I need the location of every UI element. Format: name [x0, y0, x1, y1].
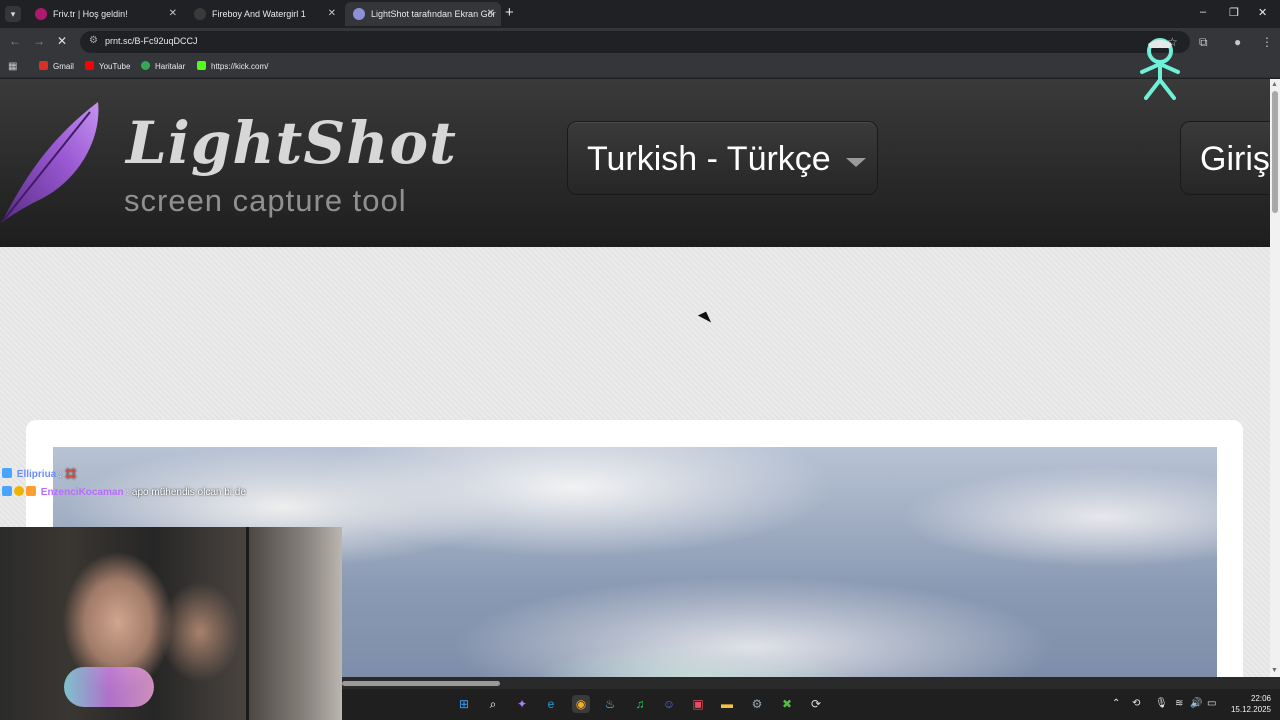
login-button[interactable]: Giriş: [1180, 121, 1270, 195]
language-select-value: Turkish - Türkçe: [587, 140, 831, 178]
fireboy-favicon-icon: [194, 8, 206, 20]
mascot-logo-icon: [1140, 38, 1180, 100]
bookmark-gmail[interactable]: Gmail: [39, 61, 74, 71]
chat-text: : 💢: [56, 469, 78, 480]
webcam-divider: [246, 527, 249, 720]
apps-grid-icon[interactable]: ▦: [8, 61, 17, 72]
login-button-label: Giriş: [1200, 140, 1270, 178]
chat-message: Ellipriua : 💢: [2, 468, 246, 486]
site-header: LightShot screen capture tool Turkish - …: [0, 79, 1270, 247]
vertical-scrollbar[interactable]: ▲ ▼: [1270, 79, 1280, 677]
windows-start-icon[interactable]: ⊞: [455, 695, 473, 713]
tab-title: LightShot tarafından Ekran Gör: [371, 9, 496, 19]
bookmark-label: Haritalar: [155, 62, 186, 71]
spotify-icon[interactable]: ♫: [631, 695, 649, 713]
site-info-icon[interactable]: ⚙: [89, 35, 98, 46]
chat-badge-icon: [2, 486, 12, 496]
bookmark-label: https://kick.com/: [211, 62, 269, 71]
tab-title: Fireboy And Watergirl 1: [212, 9, 306, 19]
bookmark-label: Gmail: [53, 62, 74, 71]
close-window-button[interactable]: ✕: [1258, 6, 1267, 19]
discord-icon[interactable]: ☺: [660, 695, 678, 713]
feather-logo-icon[interactable]: [0, 97, 105, 227]
new-tab-button[interactable]: +: [505, 4, 514, 21]
youtube-icon: [85, 61, 94, 70]
search-icon[interactable]: ⌕: [484, 695, 502, 713]
bookmark-label: YouTube: [99, 62, 131, 71]
gmail-icon: [39, 61, 48, 70]
xbox-icon[interactable]: ✖: [778, 695, 796, 713]
address-url[interactable]: prnt.sc/B-Fc92uqDCCJ: [105, 36, 198, 46]
kick-icon: [197, 61, 206, 70]
app-icon[interactable]: ⟳: [807, 695, 825, 713]
chevron-down-icon: [846, 158, 866, 167]
tab-fireboy[interactable]: Fireboy And Watergirl 1 ✕: [186, 2, 342, 26]
scroll-down-icon[interactable]: ▼: [1271, 667, 1278, 674]
file-explorer-icon[interactable]: ▬: [718, 695, 736, 713]
extensions-icon[interactable]: ⧉: [1199, 35, 1208, 50]
photos-icon[interactable]: ▣: [689, 695, 707, 713]
minimize-button[interactable]: –: [1200, 6, 1206, 18]
chat-username: EnzenciKocaman: [40, 487, 124, 498]
chat-username: Ellipriua: [16, 469, 57, 480]
close-tab-icon[interactable]: ✕: [328, 2, 336, 26]
scroll-thumb[interactable]: [1272, 91, 1278, 213]
microphone-icon: [64, 667, 154, 707]
taskbar-clock[interactable]: 22:06 15.12.2025: [1225, 693, 1271, 715]
profile-avatar-icon[interactable]: ●: [1234, 35, 1241, 49]
back-icon[interactable]: ←: [9, 34, 21, 48]
tab-strip: ▾ Friv.tr | Hoş geldin! ✕ Fireboy And Wa…: [0, 0, 1280, 28]
microphone-tray-icon[interactable]: 🎙: [1155, 698, 1168, 709]
close-tab-icon[interactable]: ✕: [487, 2, 495, 26]
tab-search-icon[interactable]: ▾: [5, 6, 21, 22]
chat-message: EnzenciKocaman : apo mühendis olcan bi d…: [2, 486, 246, 504]
tab-title: Friv.tr | Hoş geldin!: [53, 9, 128, 19]
battery-icon[interactable]: ▭: [1207, 698, 1216, 709]
google-maps-icon: [141, 61, 150, 70]
edge-icon[interactable]: e: [542, 695, 560, 713]
scroll-up-icon[interactable]: ▲: [1271, 81, 1278, 88]
browser-toolbar: ← → ✕ ⚙ prnt.sc/B-Fc92uqDCCJ ☆ ⧉ ● ⋮: [0, 28, 1280, 56]
address-bar[interactable]: ⚙ prnt.sc/B-Fc92uqDCCJ: [80, 31, 1190, 53]
chat-badge-icon: [26, 486, 36, 496]
stop-loading-icon[interactable]: ✕: [57, 34, 67, 48]
language-select[interactable]: Turkish - Türkçe: [567, 121, 878, 195]
forward-icon[interactable]: →: [33, 34, 45, 48]
maximize-button[interactable]: ❐: [1229, 6, 1239, 19]
settings-icon[interactable]: ⚙: [748, 695, 766, 713]
desktop-screen: ▾ Friv.tr | Hoş geldin! ✕ Fireboy And Wa…: [0, 0, 1280, 720]
steam-icon[interactable]: ♨: [601, 695, 619, 713]
lightshot-favicon-icon: [353, 8, 365, 20]
horizontal-scroll-thumb[interactable]: [342, 681, 500, 686]
bookmarks-bar: ▦ Gmail YouTube Haritalar https://kick.c…: [0, 56, 1280, 78]
logo-subtitle: screen capture tool: [124, 183, 407, 218]
close-tab-icon[interactable]: ✕: [169, 2, 177, 26]
horizontal-scrollbar[interactable]: [342, 677, 1280, 689]
chat-badge-icon: [2, 468, 12, 478]
bookmark-youtube[interactable]: YouTube: [85, 61, 130, 71]
wifi-icon[interactable]: ≋: [1175, 698, 1183, 709]
chrome-icon[interactable]: ◉: [572, 695, 590, 713]
chat-badge-icon: [14, 486, 24, 496]
clock-time: 22:06: [1250, 694, 1271, 703]
webcam-overlay: [0, 527, 342, 720]
menu-icon[interactable]: ⋮: [1261, 35, 1273, 49]
stream-chat-overlay: Ellipriua : 💢 EnzenciKocaman : apo mühen…: [2, 468, 246, 504]
copilot-icon[interactable]: ✦: [513, 695, 531, 713]
tray-chevron-up-icon[interactable]: ⌃: [1112, 698, 1120, 709]
tab-lightshot[interactable]: LightShot tarafından Ekran Gör ✕: [345, 2, 501, 26]
clock-date: 15.12.2025: [1230, 705, 1271, 714]
tab-friv[interactable]: Friv.tr | Hoş geldin! ✕: [27, 2, 183, 26]
volume-icon[interactable]: 🔊: [1190, 698, 1202, 709]
sync-icon[interactable]: ⟲: [1132, 698, 1140, 709]
bookmark-kick[interactable]: https://kick.com/: [197, 61, 268, 71]
friv-favicon-icon: [35, 8, 47, 20]
bookmark-haritalar[interactable]: Haritalar: [141, 61, 185, 71]
logo-title[interactable]: LightShot: [126, 109, 457, 177]
chat-text: : apo mühendis olcan bi de: [123, 487, 246, 498]
